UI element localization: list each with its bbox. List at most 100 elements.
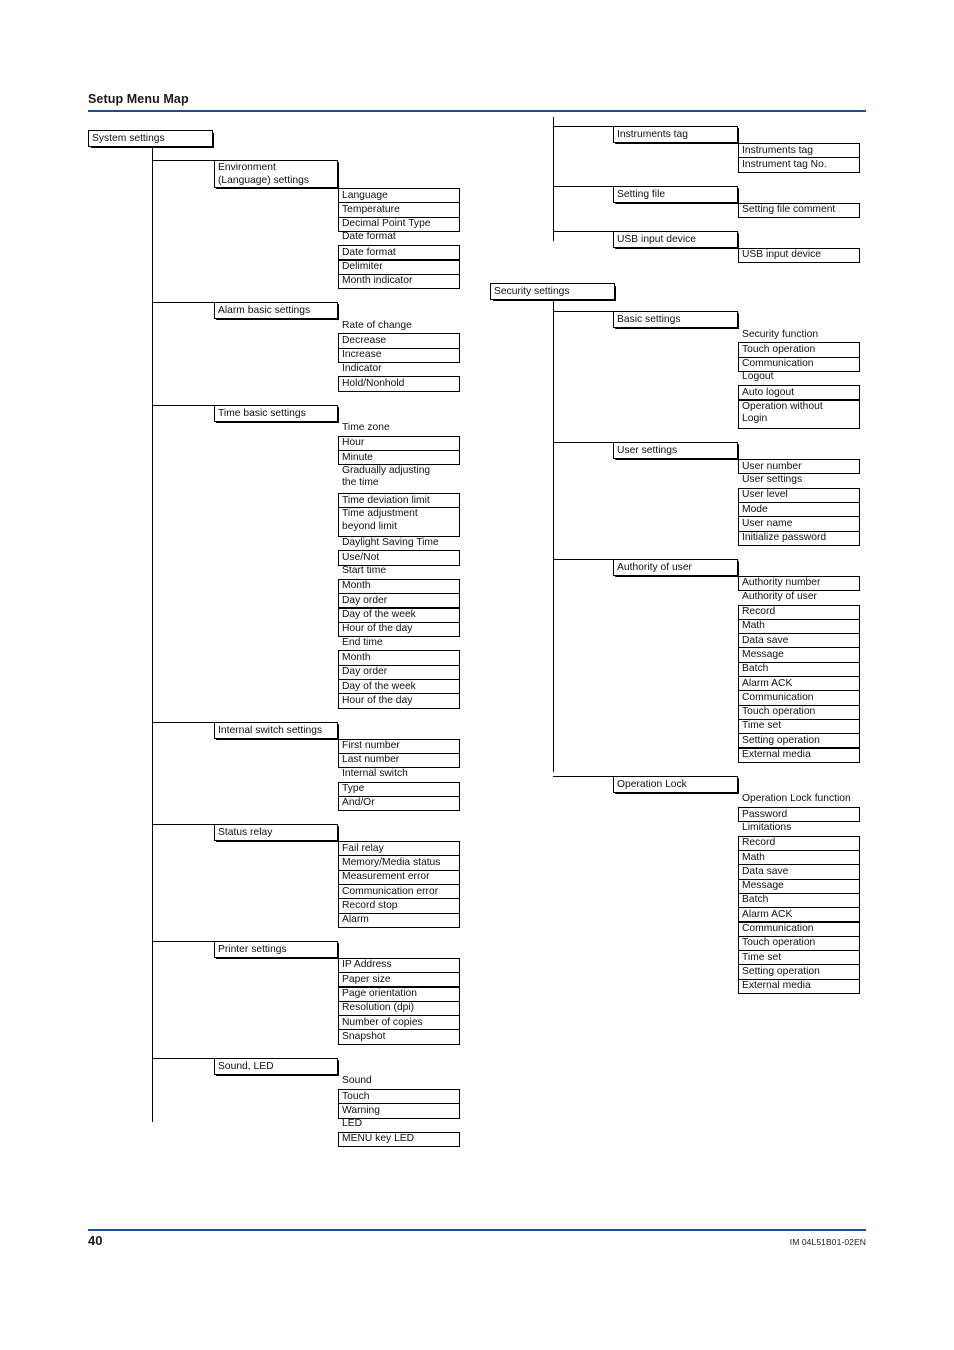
- security-settings-branch-connector-authority-of-user: [553, 558, 614, 560]
- system-settings-cont-item-instruments-tag-0: Instruments tag: [738, 143, 860, 159]
- system-settings-item-communication-error-3: Communication error: [338, 884, 460, 900]
- security-settings-item-communication-8: Communication: [738, 690, 860, 706]
- security-settings-item-batch-6: Batch: [738, 661, 860, 677]
- system-settings-group-sound-led: Sound, LED: [214, 1057, 338, 1075]
- security-settings-group-user-settings: User settings: [613, 442, 738, 460]
- security-settings-item-communication-9: Communication: [738, 921, 860, 937]
- security-settings-item-external-media-12: External media: [738, 747, 860, 763]
- footer-rule: [88, 1229, 866, 1231]
- system-settings-item-hour-1: Hour: [338, 435, 460, 452]
- system-settings-item-warning-2: Warning: [338, 1103, 460, 1119]
- system-settings-item-snapshot-5: Snapshot: [338, 1029, 460, 1045]
- system-settings-item-increase-2: Increase: [338, 347, 460, 363]
- system-settings-cont-item-setting-file-comment-0: Setting file comment: [738, 202, 860, 218]
- system-settings-item-date-format-3: Date format: [342, 231, 396, 243]
- security-settings-branch-connector-operation-lock: [553, 775, 614, 777]
- security-settings-item-alarm-ack-8: Alarm ACK: [738, 907, 860, 923]
- system-settings-item-led-3: LED: [342, 1118, 363, 1130]
- system-settings-item-day-order-10: Day order: [338, 593, 460, 609]
- system-settings-branch-connector-time-basic-settings: [152, 404, 215, 406]
- system-settings-item-start-time-8: Start time: [342, 565, 387, 577]
- system-settings-item-first-number-0: First number: [338, 738, 460, 754]
- security-settings-item-user-level-2: User level: [738, 487, 860, 503]
- security-settings-item-batch-7: Batch: [738, 892, 860, 909]
- security-settings-item-authority-number-0: Authority number: [738, 575, 860, 592]
- footer-page-number: 40: [88, 1233, 103, 1248]
- system-settings-item-touch-1: Touch: [338, 1089, 460, 1105]
- security-settings-item-operation-lock-function-0: Operation Lock function: [742, 793, 851, 805]
- system-settings-item-minute-2: Minute: [338, 450, 460, 466]
- security-settings-trunk-line: [553, 300, 554, 772]
- security-settings-item-password-1: Password: [738, 807, 860, 823]
- system-settings-item-decimal-point-type-2: Decimal Point Type: [338, 216, 460, 232]
- security-settings-item-user-number-0: User number: [738, 459, 860, 475]
- security-settings-item-authority-of-user-1: Authority of user: [742, 590, 817, 602]
- system-settings-item-month-9: Month: [338, 578, 460, 595]
- system-settings-item-hour-of-the-day-17: Hour of the day: [338, 693, 460, 709]
- security-settings-item-user-name-4: User name: [738, 516, 860, 532]
- system-settings-item-resolution-dpi-3: Resolution (dpi): [338, 1000, 460, 1017]
- system-settings-item-time-adjustment-beyond-limit-5: Time adjustment beyond limit: [338, 507, 460, 537]
- system-settings-item-gradually-adjusting-the-time-3: Gradually adjusting the time: [342, 464, 431, 489]
- security-settings-item-limitations-2: Limitations: [742, 821, 792, 833]
- system-settings-item-menu-key-led-4: MENU key LED: [338, 1131, 460, 1148]
- security-settings-item-setting-operation-12: Setting operation: [738, 964, 860, 980]
- security-settings-item-record-2: Record: [738, 604, 860, 620]
- system-settings-item-delimiter-5: Delimiter: [338, 259, 460, 275]
- security-settings-item-touch-operation-10: Touch operation: [738, 935, 860, 952]
- security-settings-item-math-4: Math: [738, 850, 860, 866]
- system-settings-cont-branch-connector-usb-input-device: [553, 230, 614, 232]
- title-rule: [88, 110, 866, 112]
- system-settings-item-sound-0: Sound: [342, 1075, 372, 1087]
- system-settings-item-day-of-the-week-11: Day of the week: [338, 607, 460, 623]
- system-settings-cont-item-instrument-tag-no-1: Instrument tag No.: [738, 157, 860, 173]
- security-settings-item-initialize-password-5: Initialize password: [738, 530, 860, 546]
- security-settings-group-authority-of-user: Authority of user: [613, 558, 738, 576]
- security-settings-item-message-6: Message: [738, 878, 860, 894]
- security-settings-item-security-function-0: Security function: [742, 328, 819, 340]
- system-settings-item-page-orientation-2: Page orientation: [338, 986, 460, 1002]
- system-settings-group-printer-settings: Printer settings: [214, 940, 338, 958]
- system-settings-item-month-14: Month: [338, 650, 460, 666]
- security-settings-item-operation-without-login-5: Operation without Login: [738, 399, 860, 430]
- security-settings-item-auto-logout-4: Auto logout: [738, 385, 860, 401]
- system-settings-item-end-time-13: End time: [342, 636, 383, 648]
- system-settings-trunk-line: [152, 147, 153, 1122]
- security-settings-item-time-set-10: Time set: [738, 718, 860, 735]
- security-settings-root-box: Security settings: [490, 283, 615, 300]
- security-settings-item-math-3: Math: [738, 618, 860, 635]
- system-settings-item-last-number-1: Last number: [338, 752, 460, 769]
- system-settings-cont-group-instruments-tag: Instruments tag: [613, 126, 738, 143]
- security-settings-group-basic-settings: Basic settings: [613, 311, 738, 328]
- system-settings-item-number-of-copies-4: Number of copies: [338, 1015, 460, 1031]
- security-settings-item-touch-operation-1: Touch operation: [738, 342, 860, 358]
- system-settings-cont-group-setting-file: Setting file: [613, 185, 738, 203]
- system-settings-item-decrease-1: Decrease: [338, 333, 460, 349]
- system-settings-item-daylight-saving-time-6: Daylight Saving Time: [342, 536, 439, 548]
- system-settings-cont-item-usb-input-device-0: USB input device: [738, 247, 860, 264]
- system-settings-branch-connector-alarm-basic-settings: [152, 302, 215, 304]
- system-settings-item-paper-size-1: Paper size: [338, 972, 460, 988]
- system-settings-item-language-0: Language: [338, 188, 460, 204]
- system-settings-cont-group-usb-input-device: USB input device: [613, 230, 738, 248]
- system-settings-group-internal-switch-settings: Internal switch settings: [214, 721, 338, 739]
- system-settings-group-environment-language-settings: Environment (Language) settings: [214, 160, 338, 188]
- security-settings-item-data-save-5: Data save: [738, 864, 860, 880]
- security-settings-group-operation-lock: Operation Lock: [613, 775, 738, 793]
- security-settings-item-user-settings-1: User settings: [742, 473, 803, 485]
- system-settings-item-ip-address-0: IP Address: [338, 957, 460, 974]
- system-settings-group-time-basic-settings: Time basic settings: [214, 404, 338, 422]
- security-settings-branch-connector-basic-settings: [553, 311, 614, 312]
- system-settings-root-box: System settings: [88, 130, 213, 147]
- system-settings-item-day-of-the-week-16: Day of the week: [338, 679, 460, 695]
- system-settings-item-fail-relay-0: Fail relay: [338, 841, 460, 857]
- security-settings-branch-connector-user-settings: [553, 442, 614, 444]
- system-settings-cont-branch-connector-instruments-tag: [553, 126, 614, 127]
- system-settings-cont-trunk-line: [553, 117, 554, 241]
- security-settings-item-time-set-11: Time set: [738, 950, 860, 966]
- system-settings-item-hold-nonhold-4: Hold/Nonhold: [338, 376, 460, 392]
- security-settings-item-alarm-ack-7: Alarm ACK: [738, 676, 860, 692]
- system-settings-item-time-deviation-limit-4: Time deviation limit: [338, 493, 460, 509]
- system-settings-item-hour-of-the-day-12: Hour of the day: [338, 621, 460, 638]
- setup-menu-map-page: Setup Menu Map System settings Environmen…: [0, 0, 954, 1350]
